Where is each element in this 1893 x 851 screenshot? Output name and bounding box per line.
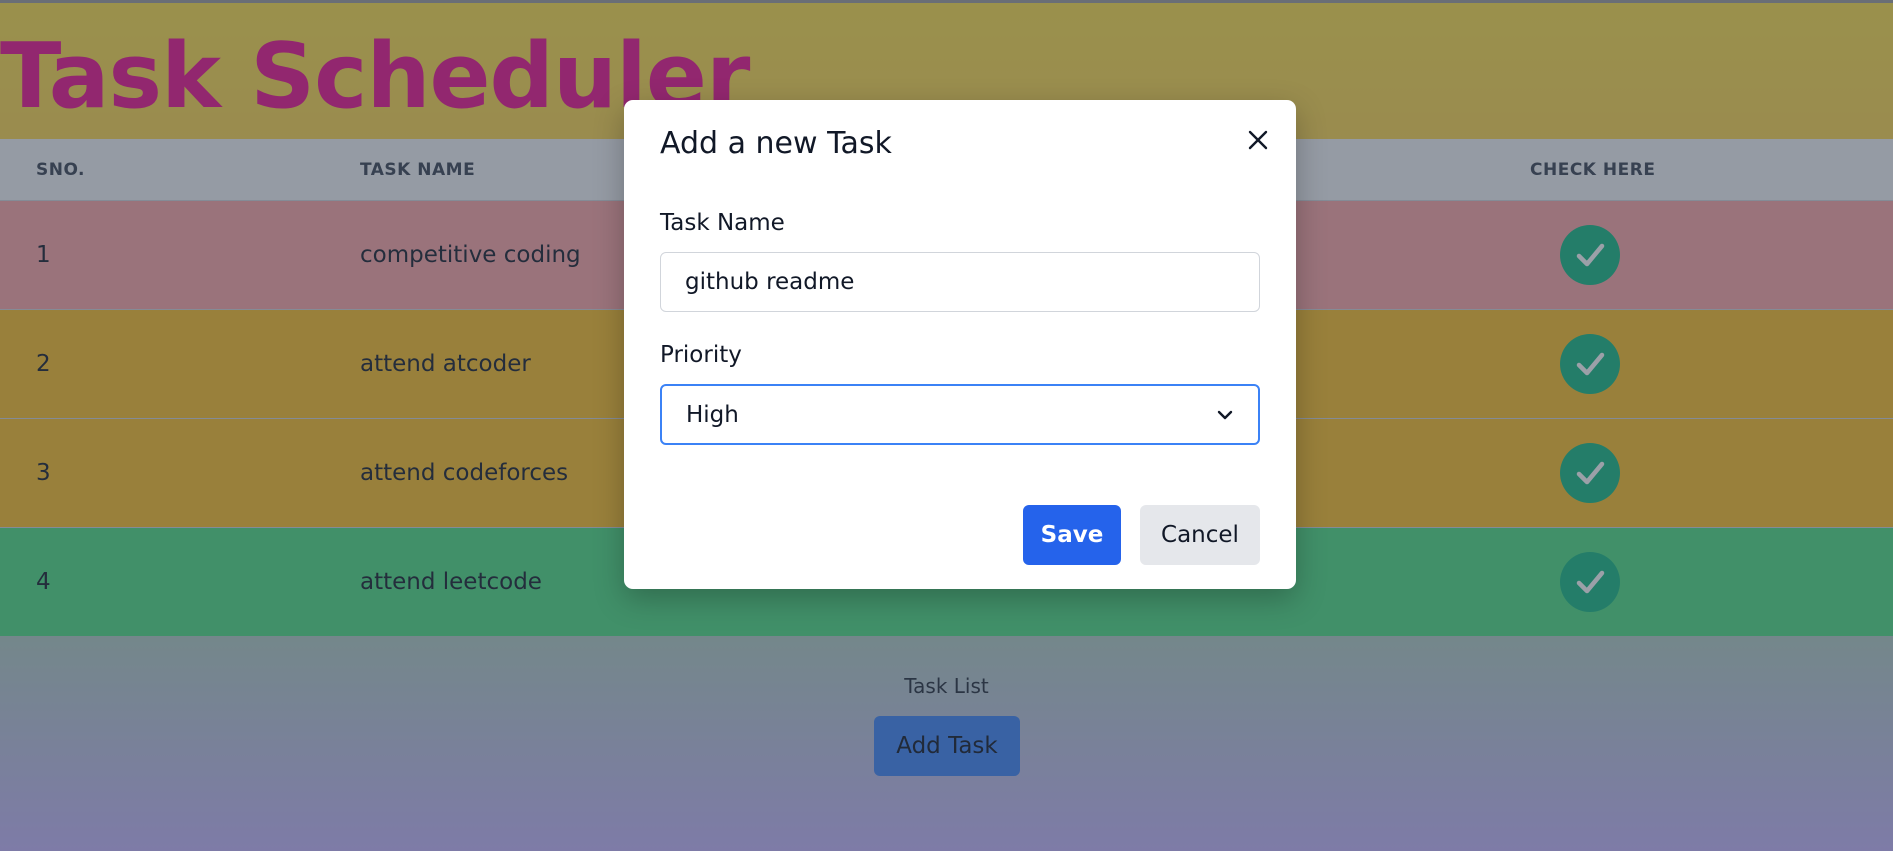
- dialog-title: Add a new Task: [660, 126, 892, 161]
- priority-select[interactable]: High: [660, 384, 1260, 445]
- task-name-label: Task Name: [660, 210, 785, 236]
- add-task-dialog: Add a new Task Task Name Priority High S…: [624, 100, 1296, 589]
- priority-label: Priority: [660, 342, 742, 368]
- chevron-down-icon: [1217, 410, 1233, 419]
- close-button[interactable]: [1238, 120, 1278, 160]
- cancel-button[interactable]: Cancel: [1140, 505, 1260, 565]
- close-icon: [1248, 130, 1268, 150]
- task-name-input[interactable]: [660, 252, 1260, 312]
- page: Task Scheduler SNO. TASK NAME CHECK HERE…: [0, 0, 1893, 851]
- priority-selected-value: High: [686, 401, 739, 428]
- save-button[interactable]: Save: [1023, 505, 1121, 565]
